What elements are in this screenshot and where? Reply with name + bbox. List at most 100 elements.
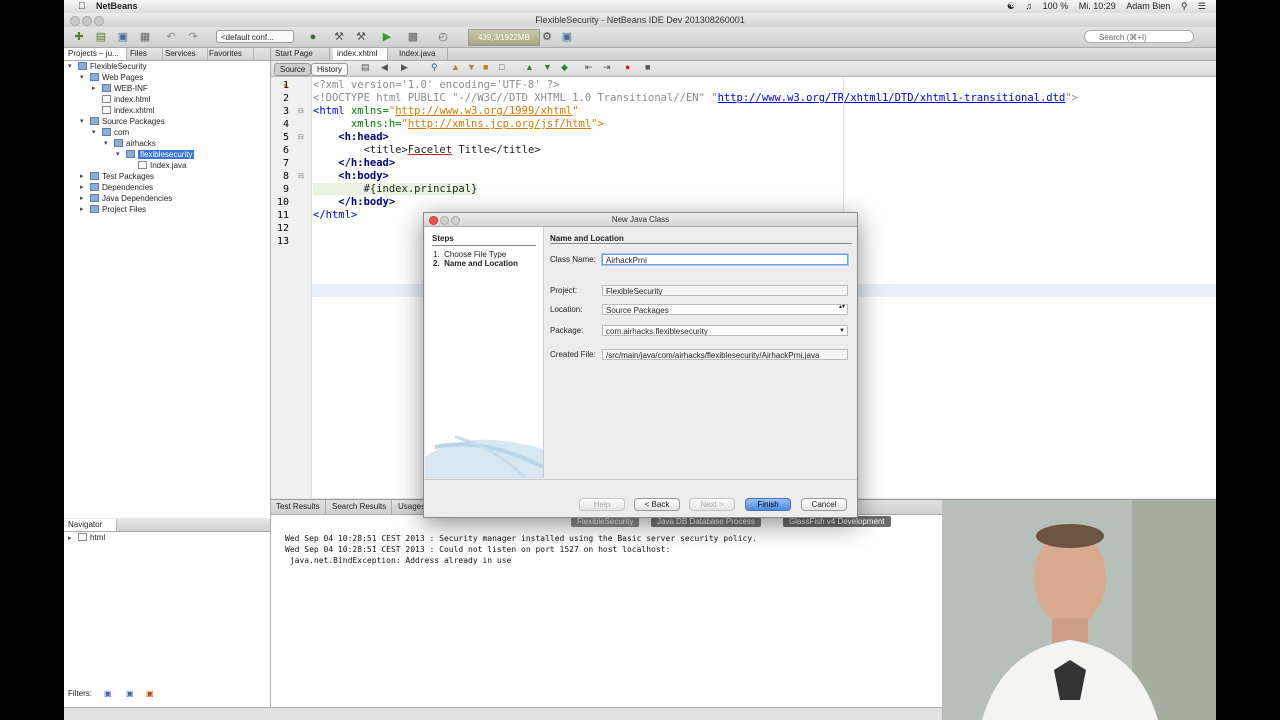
class-name-input[interactable]: AirhackPrni xyxy=(602,254,848,265)
record-macro-icon[interactable]: ● xyxy=(625,62,630,72)
fold-icon[interactable]: ⊟ xyxy=(298,107,304,115)
screen-icon[interactable]: ▣ xyxy=(560,30,574,44)
profile-icon[interactable]: ◴ xyxy=(436,30,450,44)
save-all-icon[interactable]: ▦ xyxy=(138,30,152,44)
tab-navigator[interactable]: Navigator xyxy=(64,519,117,531)
code-line-9[interactable]: #{index.principal} xyxy=(313,183,478,196)
tab-projects[interactable]: Projects – ju... xyxy=(64,48,127,60)
gc-icon[interactable]: ⚙ xyxy=(540,30,554,44)
source-button[interactable]: Source xyxy=(274,63,312,76)
filter-toggle-icon[interactable]: ▣ xyxy=(126,689,134,698)
redo-icon[interactable]: ↷ xyxy=(186,30,200,44)
tree-web-pages[interactable]: Web Pages xyxy=(90,73,143,83)
filter-toggle-icon[interactable]: ▣ xyxy=(104,689,112,698)
collapse-icon[interactable]: ▸ xyxy=(80,205,84,213)
toggle-bookmark-icon[interactable]: ◆ xyxy=(561,62,568,73)
code-line-11[interactable]: </html> xyxy=(313,209,357,222)
memory-indicator[interactable]: 439,3/1922MB xyxy=(468,29,540,46)
code-line-4[interactable]: xmlns:h="http://xmlns.jcp.org/jsf/html"> xyxy=(313,118,604,131)
finish-button[interactable]: Finish xyxy=(745,498,791,511)
expand-icon[interactable]: ▾ xyxy=(68,62,72,70)
help-button[interactable]: Help xyxy=(579,498,625,511)
cancel-button[interactable]: Cancel xyxy=(801,498,847,511)
code-line-5[interactable]: <h:head> xyxy=(313,131,389,144)
close-window-button[interactable] xyxy=(70,16,80,26)
collapse-icon[interactable]: ▸ xyxy=(92,84,96,92)
history-button[interactable]: History xyxy=(311,63,348,76)
clock[interactable]: Mi. 10:29 xyxy=(1079,1,1116,11)
package-combo[interactable]: com.airhacks.flexiblesecurity ▼ xyxy=(602,325,848,336)
tab-start-page[interactable]: Start Page xyxy=(271,48,330,60)
filter-toggle-icon[interactable]: ▣ xyxy=(146,689,154,698)
toggle-highlight-icon[interactable]: ■ xyxy=(483,62,488,72)
code-line-6[interactable]: <title>Facelet Title</title> xyxy=(313,144,541,157)
collapse-icon[interactable]: ▸ xyxy=(80,172,84,180)
location-select[interactable]: Source Packages xyxy=(602,304,848,315)
code-line-1[interactable]: <?xml version='1.0' encoding='UTF-8' ?> xyxy=(313,79,560,92)
tab-index-xhtml[interactable]: index.xhtml xyxy=(333,48,388,60)
spotlight-icon[interactable]: ⚲ xyxy=(1181,1,1188,11)
expand-icon[interactable]: ▾ xyxy=(92,128,96,136)
tree-index-java[interactable]: Index.java xyxy=(138,161,186,171)
chevron-down-icon[interactable]: ▼ xyxy=(839,326,845,335)
tab-index-java[interactable]: Index.java xyxy=(395,48,448,60)
shift-left-icon[interactable]: ⇤ xyxy=(585,62,593,73)
debug-icon[interactable]: ▩ xyxy=(406,30,420,44)
fold-icon[interactable]: ⊟ xyxy=(298,133,304,141)
stop-macro-icon[interactable]: ■ xyxy=(645,62,650,72)
globe-icon[interactable]: ● xyxy=(306,30,320,44)
navigator-item-html[interactable]: html xyxy=(78,533,105,543)
collapse-icon[interactable]: ▸ xyxy=(80,183,84,191)
tree-package-flexiblesecurity[interactable]: flexiblesecurity xyxy=(126,150,195,160)
collapse-icon[interactable]: ▸ xyxy=(80,194,84,202)
tab-test-results[interactable]: Test Results xyxy=(271,500,326,514)
tree-package-airhacks[interactable]: airhacks xyxy=(114,139,156,149)
collapse-icon[interactable]: ▸ xyxy=(68,534,72,542)
code-line-7[interactable]: </h:head> xyxy=(313,157,395,170)
tree-project-root[interactable]: FlexibleSecurity xyxy=(78,62,146,72)
dialog-minimize-button[interactable] xyxy=(440,216,449,225)
expand-icon[interactable]: ▾ xyxy=(104,139,108,147)
find-icon[interactable]: ⚲ xyxy=(431,62,438,73)
open-project-icon[interactable]: ▣ xyxy=(116,30,130,44)
user-name[interactable]: Adam Bien xyxy=(1126,1,1170,11)
clean-build-icon[interactable]: ⚒ xyxy=(354,30,368,44)
configuration-select[interactable]: <default conf... xyxy=(216,30,294,43)
next-bookmark-icon[interactable]: ▼ xyxy=(543,62,552,72)
new-file-icon[interactable]: ✚ xyxy=(72,30,86,44)
expand-icon[interactable]: ▾ xyxy=(80,73,84,81)
forward-icon[interactable]: ▶ xyxy=(401,62,408,73)
next-button[interactable]: Next > xyxy=(689,498,735,511)
code-line-3[interactable]: <html xmlns="http://www.w3.org/1999/xhtm… xyxy=(313,105,579,118)
dialog-close-button[interactable] xyxy=(429,216,438,225)
code-line-2[interactable]: <!DOCTYPE html PUBLIC "-//W3C//DTD XHTML… xyxy=(313,92,1078,105)
tab-favorites[interactable]: Favorites xyxy=(205,48,254,60)
prev-bookmark-icon[interactable]: ▲ xyxy=(525,62,534,72)
tree-dependencies[interactable]: Dependencies xyxy=(90,183,153,193)
tree-index-html[interactable]: index.html xyxy=(102,95,150,105)
code-line-10[interactable]: </h:body> xyxy=(313,196,395,209)
new-project-icon[interactable]: ▤ xyxy=(94,30,108,44)
tree-source-packages[interactable]: Source Packages xyxy=(90,117,165,127)
apple-icon[interactable]:  xyxy=(78,0,86,13)
tree-package-com[interactable]: com xyxy=(102,128,129,138)
tab-search-results[interactable]: Search Results xyxy=(327,500,393,514)
back-icon[interactable]: ◀ xyxy=(381,62,388,73)
minimize-window-button[interactable] xyxy=(82,16,92,26)
dialog-zoom-button[interactable] xyxy=(451,216,460,225)
tree-java-dependencies[interactable]: Java Dependencies xyxy=(90,194,172,204)
back-button[interactable]: < Back xyxy=(634,498,680,511)
tree-web-inf[interactable]: WEB-INF xyxy=(102,84,148,94)
run-icon[interactable]: ▶ xyxy=(380,30,394,44)
search-input[interactable]: Search (⌘+I) xyxy=(1084,30,1194,43)
expand-icon[interactable]: ▾ xyxy=(116,150,120,158)
volume-icon[interactable]: ♫ xyxy=(1025,1,1032,11)
expand-icon[interactable]: ▾ xyxy=(80,117,84,125)
toggle-rect-select-icon[interactable]: □ xyxy=(499,62,504,72)
tab-files[interactable]: Files xyxy=(126,48,163,60)
tree-index-xhtml[interactable]: index.xhtml xyxy=(102,106,154,116)
hammer-icon[interactable]: ⚒ xyxy=(332,30,346,44)
code-line-8[interactable]: <h:body> xyxy=(313,170,389,183)
fold-icon[interactable]: ⊟ xyxy=(298,172,304,180)
last-edit-icon[interactable]: ▤ xyxy=(361,62,370,73)
